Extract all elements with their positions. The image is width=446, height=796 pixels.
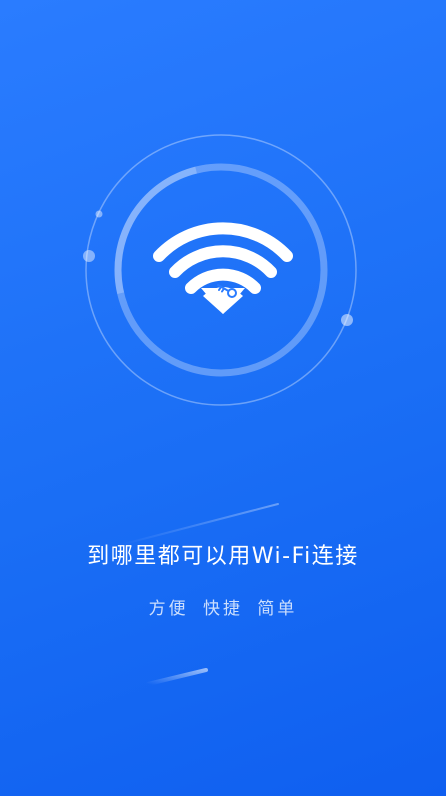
subline-text: 方便 快捷 简单 bbox=[148, 599, 298, 619]
orbit-dot-right bbox=[341, 314, 353, 326]
splash-screen: 到哪里都可以用Wi-Fi连接 方便 快捷 简单 bbox=[0, 0, 446, 796]
orbit-dot-small bbox=[95, 210, 103, 218]
wifi-key-icon bbox=[153, 222, 293, 314]
orbit-dot-left bbox=[83, 250, 95, 262]
hero-graphic bbox=[83, 134, 357, 686]
headline-text: 到哪里都可以用Wi-Fi连接 bbox=[87, 544, 359, 569]
light-streak-lower bbox=[146, 668, 208, 686]
